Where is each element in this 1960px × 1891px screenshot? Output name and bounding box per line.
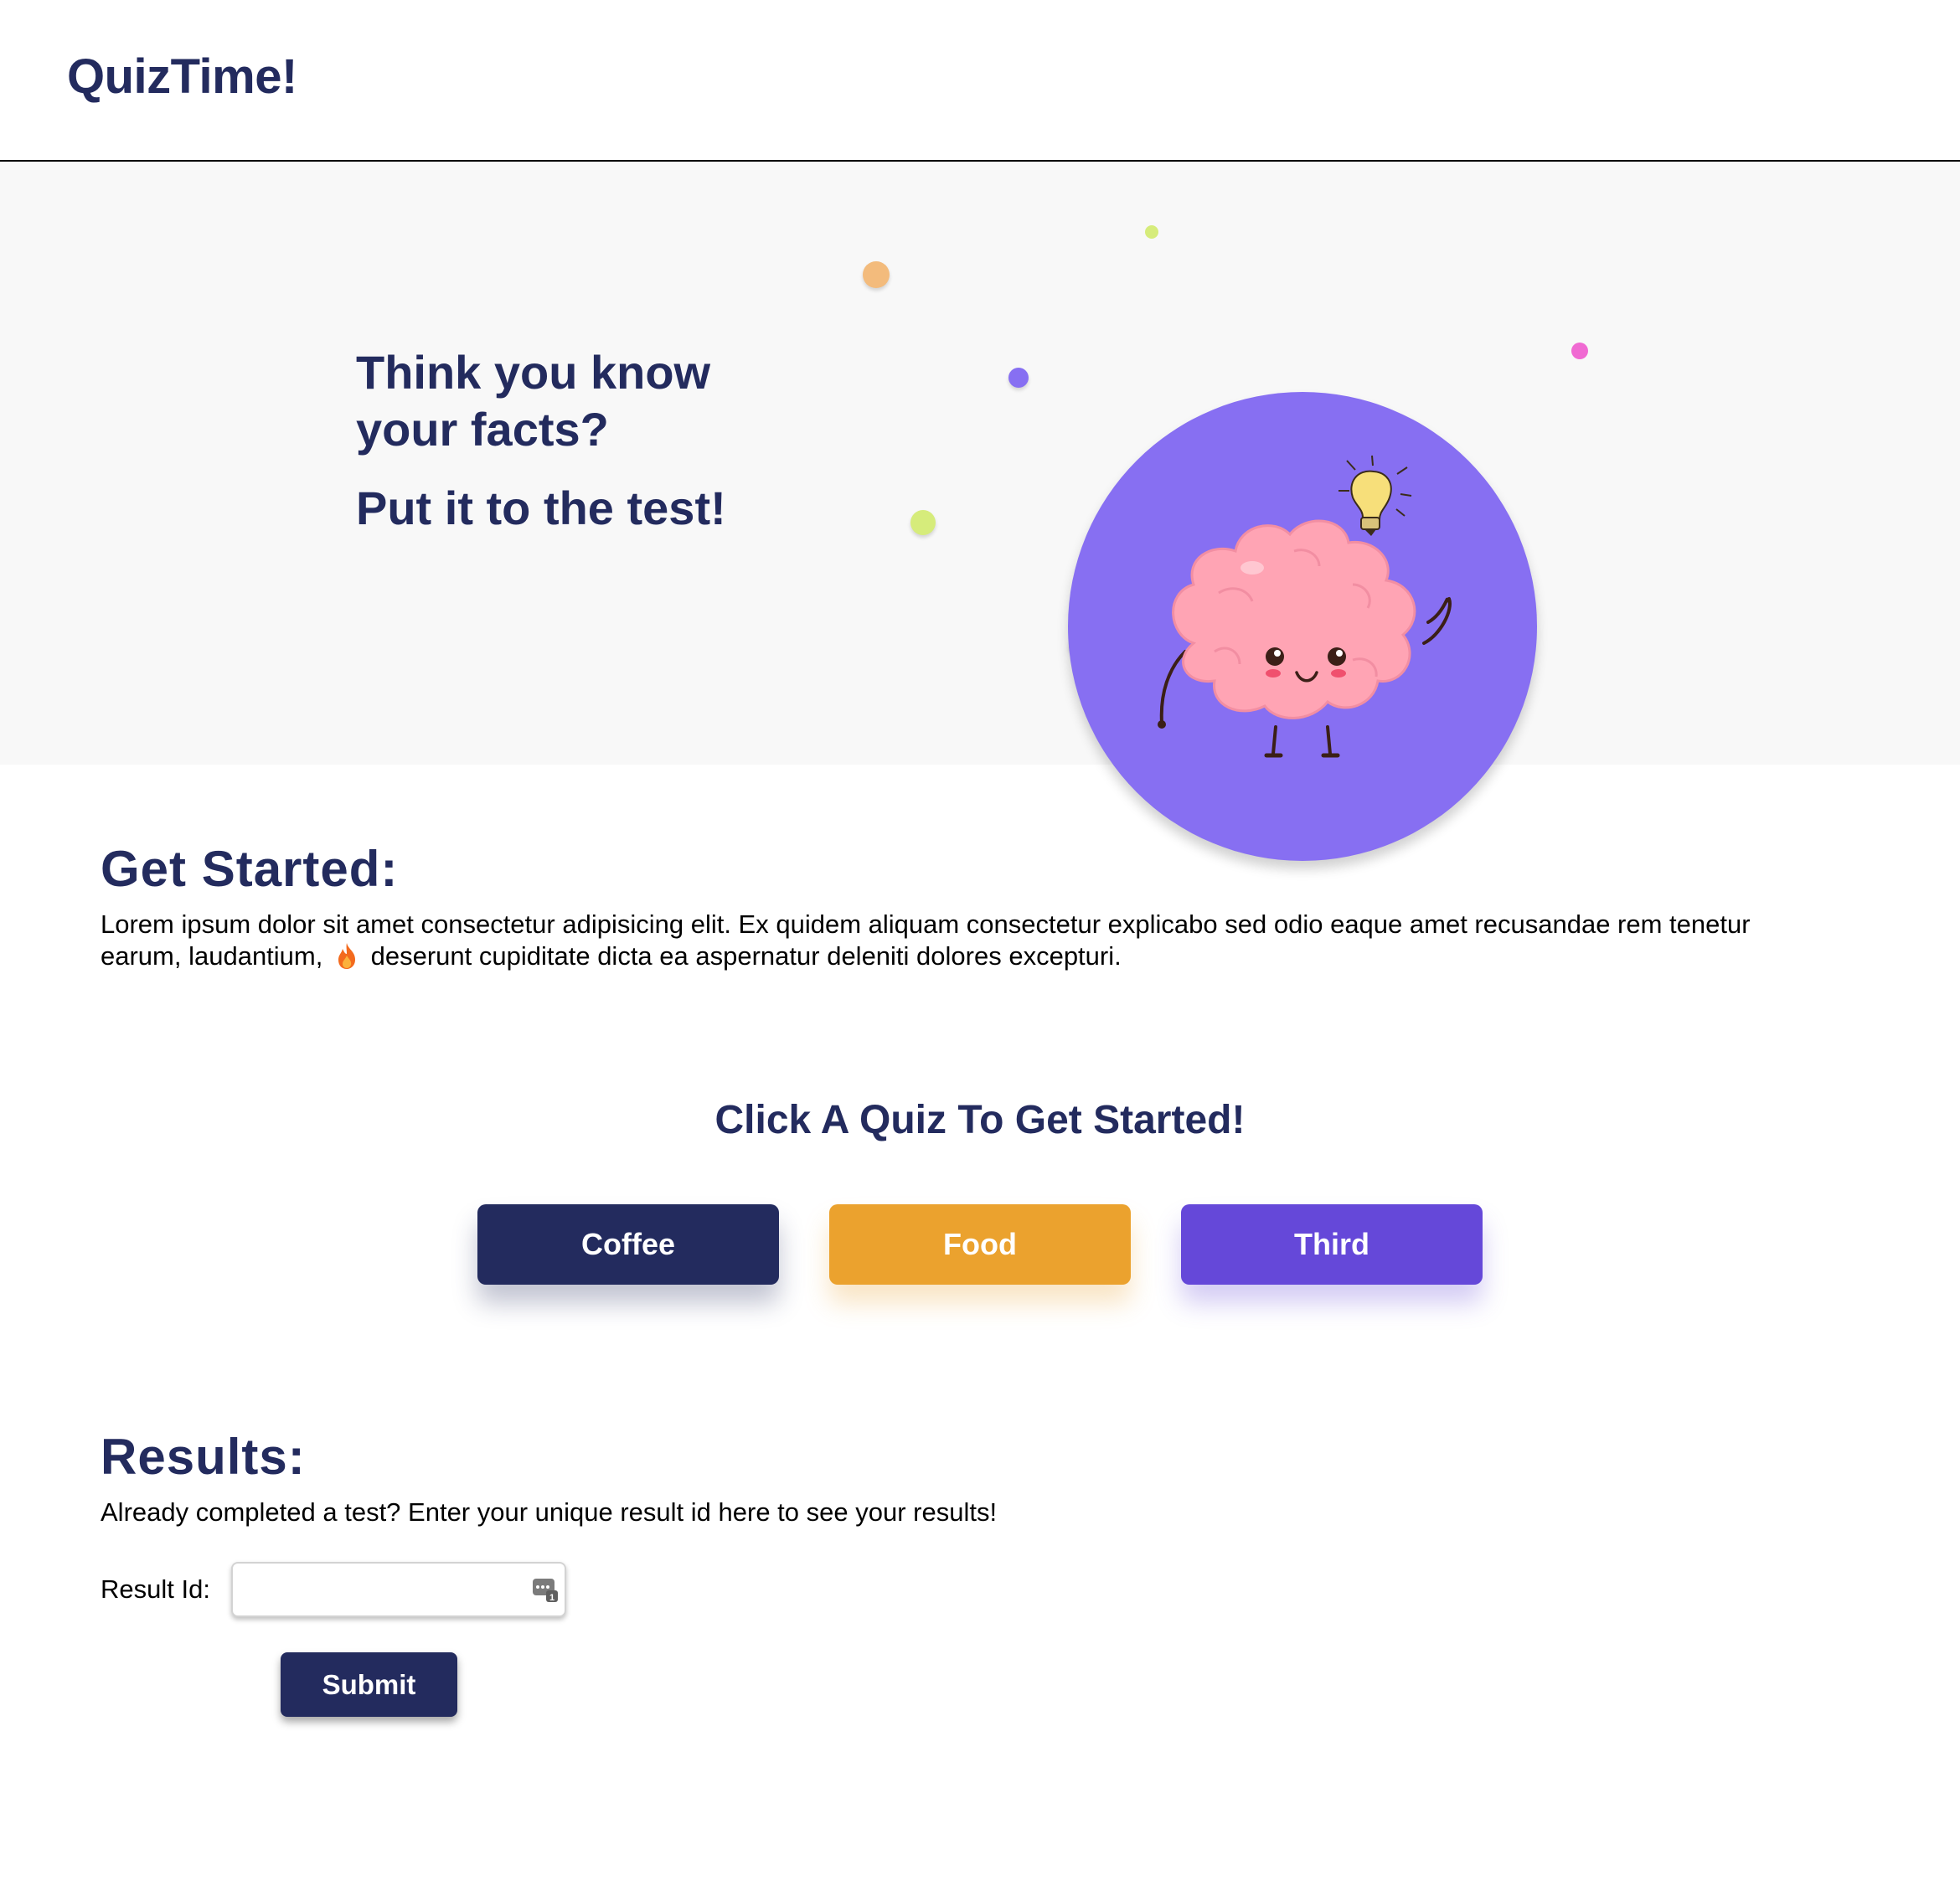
hero-line-1: Think you know bbox=[356, 346, 711, 399]
quiz-button-food[interactable]: Food bbox=[829, 1204, 1131, 1285]
hero-line-3: Put it to the test! bbox=[356, 482, 726, 534]
hero-section: Think you know your facts? Put it to the… bbox=[0, 162, 1960, 861]
get-started-description: Lorem ipsum dolor sit amet consectetur a… bbox=[101, 909, 1943, 972]
site-header: QuizTime! bbox=[0, 0, 1960, 162]
decor-bubble-purple bbox=[1008, 368, 1029, 388]
get-started-title: Get Started: bbox=[101, 841, 399, 897]
autofill-key-icon[interactable]: 1 bbox=[531, 1575, 560, 1604]
results-description: Already completed a test? Enter your uni… bbox=[101, 1497, 998, 1527]
decor-bubble-orange bbox=[863, 261, 890, 288]
hero-illustration bbox=[1068, 392, 1537, 861]
brand-logo-text[interactable]: QuizTime! bbox=[67, 49, 297, 105]
hero-line-2: your facts? bbox=[356, 403, 609, 456]
get-started-text-line-2b: deserunt cupiditate dicta ea aspernatur … bbox=[370, 941, 1122, 971]
decor-bubble-lime-2 bbox=[910, 510, 936, 535]
submit-button[interactable]: Submit bbox=[281, 1652, 457, 1717]
result-id-label: Result Id: bbox=[101, 1574, 210, 1604]
get-started-text-line-1: Lorem ipsum dolor sit amet consectetur a… bbox=[101, 909, 1751, 939]
hero-tagline: Think you know your facts? Put it to the… bbox=[356, 344, 825, 537]
decor-bubble-lime bbox=[1145, 225, 1158, 239]
quiz-picker-title: Click A Quiz To Get Started! bbox=[714, 1098, 1246, 1142]
quiz-button-third[interactable]: Third bbox=[1181, 1204, 1483, 1285]
result-id-input[interactable] bbox=[240, 1569, 516, 1610]
brain-mascot-icon bbox=[1158, 455, 1452, 758]
quiz-button-coffee[interactable]: Coffee bbox=[477, 1204, 779, 1285]
lightbulb-icon bbox=[1338, 455, 1412, 536]
decor-bubble-pink bbox=[1571, 343, 1588, 359]
svg-text:1: 1 bbox=[549, 1593, 554, 1603]
result-id-field[interactable]: 1 bbox=[231, 1562, 566, 1617]
brain-body bbox=[1172, 519, 1416, 719]
fire-icon bbox=[338, 943, 355, 969]
get-started-text-line-2a: earum, laudantium, bbox=[101, 941, 323, 971]
results-title: Results: bbox=[101, 1429, 306, 1485]
